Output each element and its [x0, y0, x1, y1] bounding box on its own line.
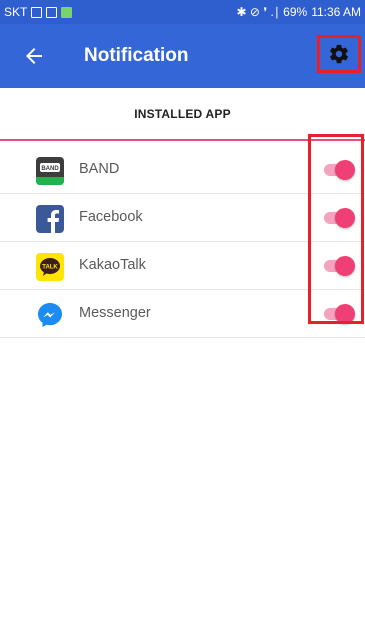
app-bar: Notification — [0, 24, 365, 88]
facebook-icon — [36, 205, 64, 233]
carrier-label: SKT — [4, 5, 28, 19]
gear-icon — [330, 44, 348, 64]
app-label-band: BAND — [79, 161, 120, 177]
messenger-icon — [36, 301, 64, 329]
image-notification-icon — [31, 6, 43, 18]
toggle-messenger[interactable] — [322, 304, 356, 324]
status-bar: SKT ✱ ⊘ ❜ .∣ 69% 11:36 AM — [0, 0, 365, 24]
app-label-kakaotalk: KakaoTalk — [79, 257, 146, 273]
toggle-band[interactable] — [322, 160, 356, 180]
app-notification-icon — [61, 6, 73, 18]
list-item-kakaotalk[interactable]: TALK KakaoTalk — [0, 242, 365, 290]
app-label-messenger: Messenger — [79, 305, 151, 321]
band-icon: BAND — [36, 157, 64, 185]
status-right: ✱ ⊘ ❜ .∣ 69% 11:36 AM — [237, 5, 361, 19]
settings-button[interactable] — [317, 35, 361, 73]
toggle-facebook[interactable] — [322, 208, 356, 228]
arrow-left-icon[interactable] — [22, 44, 46, 68]
installed-app-list: BAND BAND Facebook TALK KakaoTalk Messen… — [0, 146, 365, 338]
toggle-thumb — [335, 256, 355, 276]
kakaotalk-icon: TALK — [36, 253, 64, 281]
app-label-facebook: Facebook — [79, 209, 143, 225]
toggle-kakaotalk[interactable] — [322, 256, 356, 276]
band-icon-text: BAND — [41, 166, 59, 172]
list-item-facebook[interactable]: Facebook — [0, 194, 365, 242]
list-item-messenger[interactable]: Messenger — [0, 290, 365, 338]
kakao-icon-text: TALK — [42, 265, 58, 271]
tab-installed-app[interactable]: INSTALLED APP — [0, 88, 365, 139]
page-title: Notification — [84, 45, 189, 66]
gallery-notification-icon — [46, 6, 58, 18]
status-indicators: ✱ ⊘ ❜ .∣ 69% — [236, 5, 308, 19]
status-left: SKT — [4, 5, 73, 19]
time-label: 11:36 AM — [311, 5, 361, 19]
tab-indicator — [0, 139, 365, 141]
toggle-thumb — [335, 160, 355, 180]
list-item-band[interactable]: BAND BAND — [0, 146, 365, 194]
toggle-thumb — [335, 208, 355, 228]
toggle-thumb — [335, 304, 355, 324]
